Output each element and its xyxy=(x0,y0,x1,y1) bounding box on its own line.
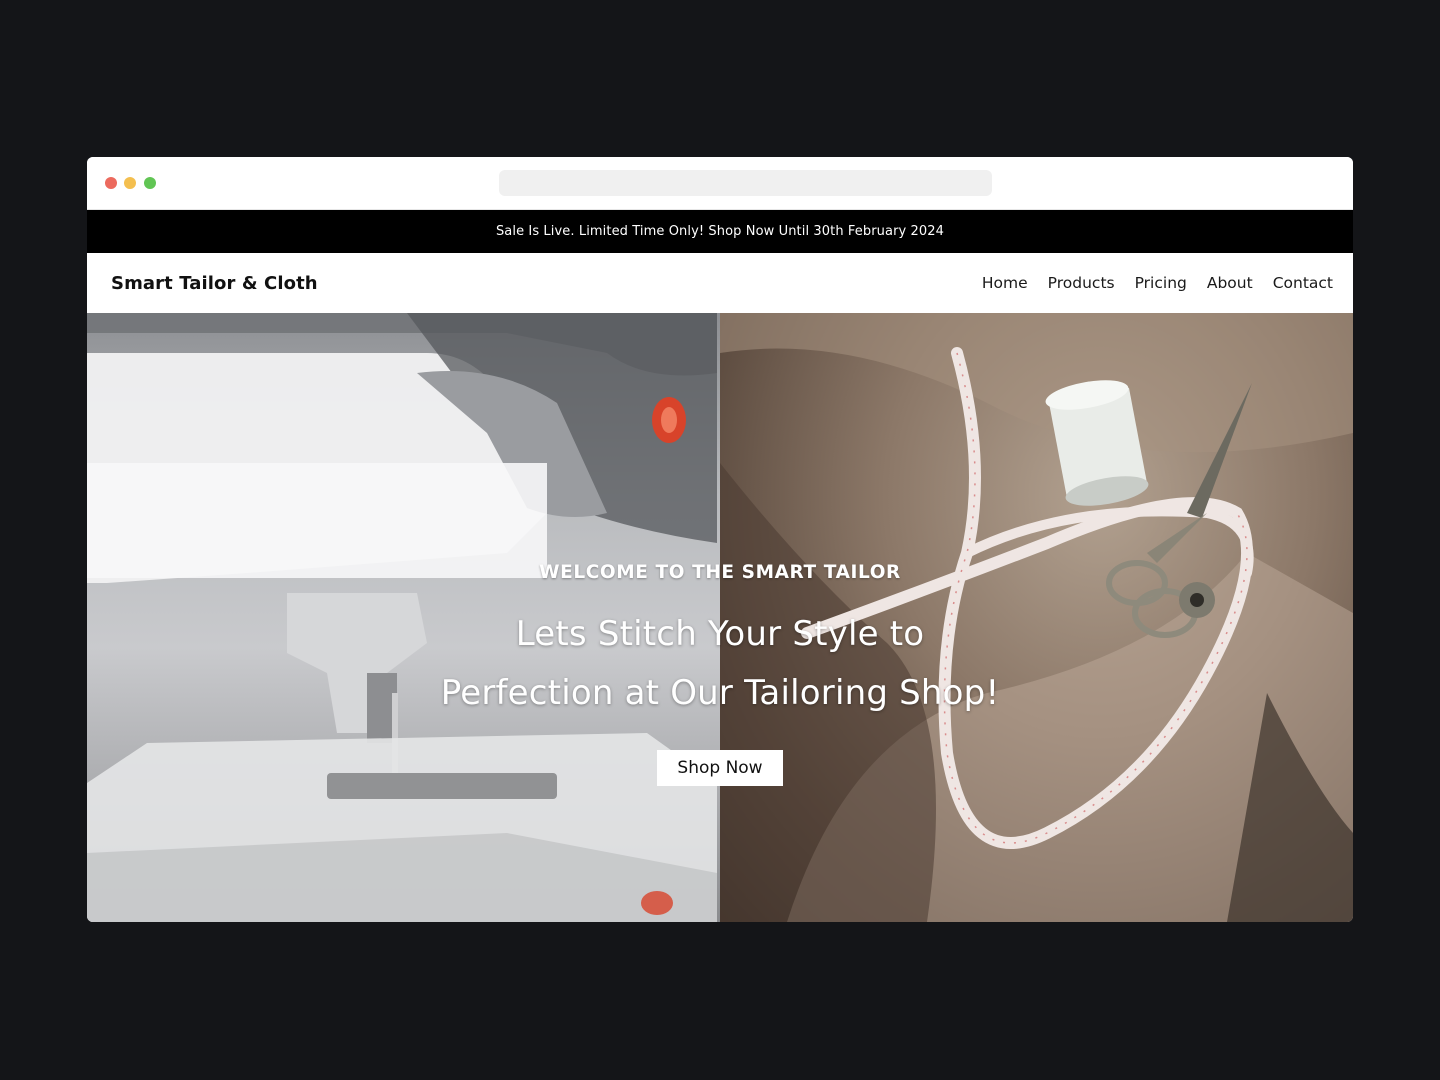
hero-headline-line-2: Perfection at Our Tailoring Shop! xyxy=(440,673,1000,713)
hero-content: WELCOME TO THE SMART TAILOR Lets Stitch … xyxy=(87,313,1353,922)
nav-pricing-link[interactable]: Pricing xyxy=(1135,274,1187,292)
nav-home-link[interactable]: Home xyxy=(982,274,1028,292)
shop-now-button[interactable]: Shop Now xyxy=(657,750,783,786)
browser-window: Sale Is Live. Limited Time Only! Shop No… xyxy=(87,157,1353,922)
main-nav: Home Products Pricing About Contact xyxy=(962,274,1333,292)
hero-headline: Lets Stitch Your Style to Perfection at … xyxy=(441,605,1000,723)
nav-contact-link[interactable]: Contact xyxy=(1273,274,1333,292)
hero-section: WELCOME TO THE SMART TAILOR Lets Stitch … xyxy=(87,313,1353,922)
nav-products-link[interactable]: Products xyxy=(1048,274,1115,292)
announcement-text: Sale Is Live. Limited Time Only! Shop No… xyxy=(495,224,945,239)
site-header: Smart Tailor & Cloth Home Products Prici… xyxy=(87,253,1353,313)
nav-about-link[interactable]: About xyxy=(1207,274,1253,292)
hero-eyebrow: WELCOME TO THE SMART TAILOR xyxy=(539,562,901,583)
announcement-bar: Sale Is Live. Limited Time Only! Shop No… xyxy=(87,210,1353,253)
browser-chrome xyxy=(87,157,1353,210)
hero-headline-line-1: Lets Stitch Your Style to xyxy=(515,614,925,654)
close-window-icon[interactable] xyxy=(105,177,117,189)
zoom-window-icon[interactable] xyxy=(144,177,156,189)
address-bar[interactable] xyxy=(499,170,992,196)
minimize-window-icon[interactable] xyxy=(124,177,136,189)
brand-logo[interactable]: Smart Tailor & Cloth xyxy=(111,273,318,294)
